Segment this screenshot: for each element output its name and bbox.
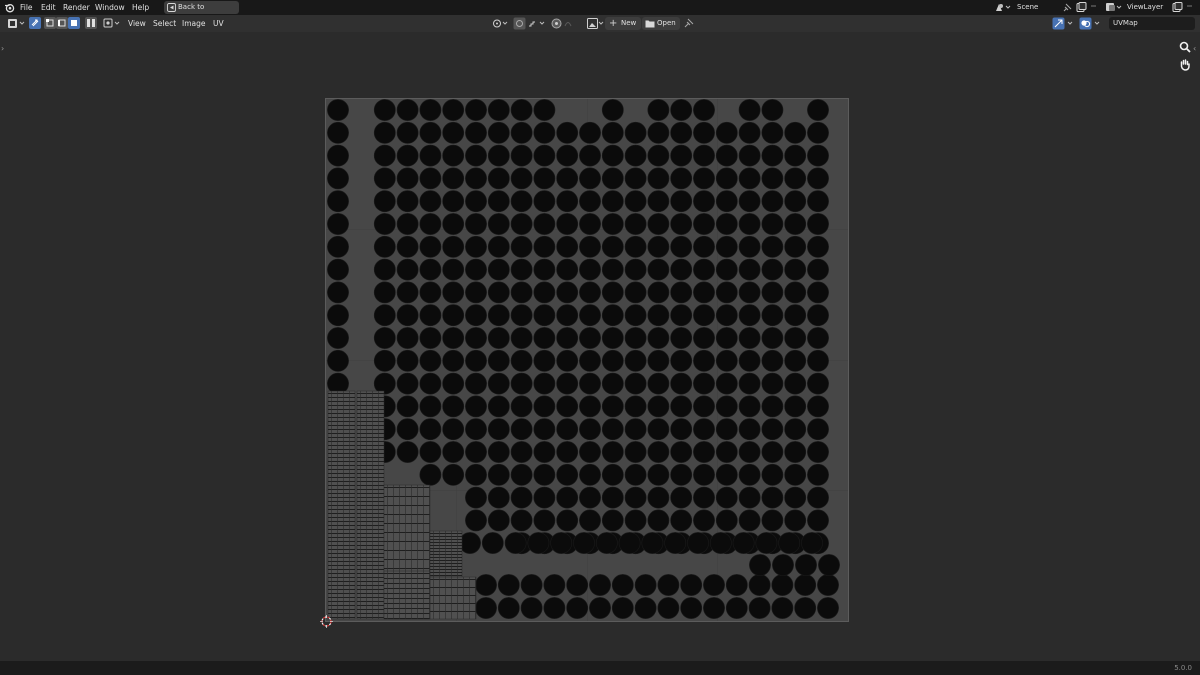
image-browse-icon[interactable] (587, 17, 605, 30)
hand-icon[interactable] (1178, 58, 1192, 72)
face-select-icon[interactable] (68, 17, 80, 29)
menu-uv[interactable]: UV (213, 15, 224, 32)
open-image-label: Open (657, 19, 676, 27)
menu-edit[interactable]: Edit (41, 0, 56, 15)
back-to-previous-button[interactable]: Back to Previous (164, 1, 239, 24)
scene-icon[interactable] (995, 2, 1013, 13)
menu-render[interactable]: Render (63, 0, 90, 15)
version-label: 5.0.0 (1174, 664, 1192, 672)
pin-icon[interactable] (1063, 3, 1072, 12)
menu-select[interactable]: Select (153, 15, 176, 32)
menu-window[interactable]: Window (95, 0, 125, 15)
rewind-icon (167, 3, 176, 12)
blender-logo-icon[interactable] (4, 2, 15, 13)
new-scene-icon[interactable] (1076, 2, 1098, 13)
plus-icon: + (609, 18, 618, 29)
menu-view[interactable]: View (128, 15, 146, 32)
uv-map-field[interactable]: UVMap (1109, 17, 1195, 30)
pivot-icon[interactable] (492, 18, 510, 29)
uv-islands (326, 99, 848, 621)
edge-select-icon[interactable] (56, 17, 68, 29)
new-image-label: New (621, 19, 637, 27)
uv-editor-header: View Select Image UV + New Open UVMap (0, 15, 1200, 32)
menu-file[interactable]: File (20, 0, 33, 15)
new-view-layer-icon[interactable] (1172, 2, 1194, 13)
menu-image[interactable]: Image (182, 15, 206, 32)
snap-icon[interactable] (513, 17, 547, 30)
view-layer-field[interactable]: ViewLayer (1123, 1, 1169, 14)
sidebar-expand-chevron-icon[interactable]: ‹ (1193, 44, 1196, 53)
view-layer-icon[interactable] (1105, 2, 1123, 13)
new-image-button[interactable]: + New (605, 17, 641, 30)
toolbar-expand-chevron-icon[interactable]: › (1, 44, 4, 53)
vertex-select-icon[interactable] (44, 17, 56, 29)
uv-canvas[interactable] (325, 98, 849, 622)
editor-type-icon[interactable] (7, 18, 27, 29)
sticky-selection-icon[interactable] (103, 18, 121, 29)
folder-icon (645, 20, 655, 28)
pin-icon[interactable] (684, 18, 694, 28)
overlay-icon[interactable] (1079, 17, 1103, 30)
island-select-icon[interactable] (85, 17, 97, 29)
uv-sync-icon[interactable] (29, 17, 41, 29)
cursor-icon[interactable] (320, 615, 333, 628)
topbar: File Edit Render Window Help Back to Pre… (0, 0, 1200, 24)
status-bar: 5.0.0 (0, 661, 1200, 675)
menu-help[interactable]: Help (132, 0, 149, 15)
gizmo-icon[interactable] (1052, 17, 1076, 30)
proportional-edit-icon[interactable] (550, 17, 574, 30)
zoom-icon[interactable] (1178, 40, 1192, 54)
open-image-button[interactable]: Open (642, 17, 680, 30)
